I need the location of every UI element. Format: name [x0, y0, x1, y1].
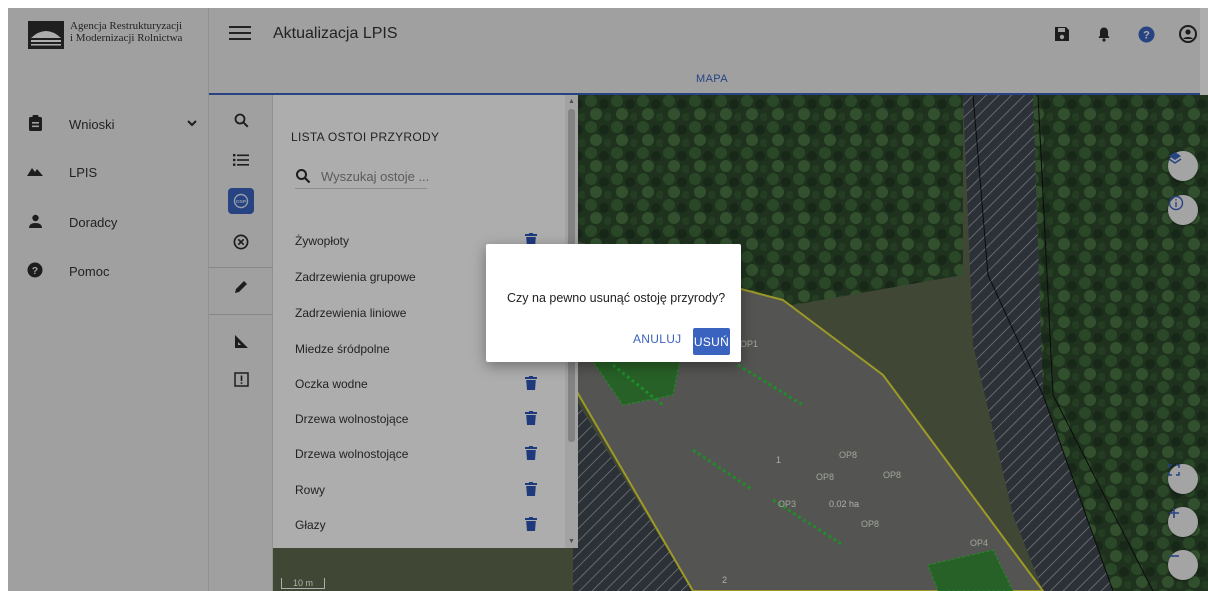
cancel-button[interactable]: ANULUJ [633, 332, 681, 346]
confirm-delete-button[interactable]: USUŃ [693, 328, 730, 355]
confirm-delete-dialog: Czy na pewno usunąć ostoję przyrody? ANU… [486, 244, 741, 362]
dialog-message: Czy na pewno usunąć ostoję przyrody? [507, 291, 726, 305]
